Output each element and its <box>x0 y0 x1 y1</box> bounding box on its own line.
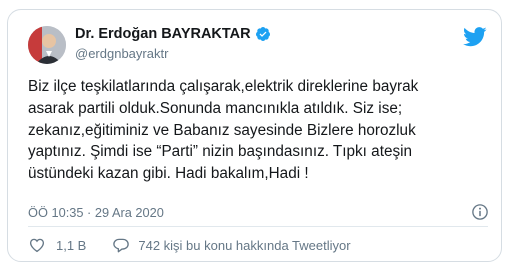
avatar[interactable] <box>28 26 66 64</box>
author-display-name[interactable]: Dr. Erdoğan BAYRAKTAR <box>75 26 251 42</box>
tweet-actions: 1,1 B 742 kişi bu konu hakkında Tweetliy… <box>28 235 351 255</box>
conversation-text: 742 kişi bu konu hakkında Tweetliyor <box>138 237 351 253</box>
author-name-row[interactable]: Dr. Erdoğan BAYRAKTAR <box>75 26 271 42</box>
tweet-card[interactable]: Dr. Erdoğan BAYRAKTAR @erdgnbayraktr Biz… <box>7 9 502 262</box>
info-icon[interactable] <box>471 203 489 221</box>
tweet-line: üstündeki kazan gibi. Hadi bakalım,Hadi … <box>28 165 309 183</box>
twitter-bird-icon[interactable] <box>463 27 487 47</box>
tweet-line: asarak partili olduk.Sonunda mancınıkla … <box>28 99 403 117</box>
like-button[interactable]: 1,1 B <box>28 236 86 254</box>
verified-badge-icon <box>255 27 270 41</box>
tweet-line: zekanız,eğitiminiz ve Babanız sayesinde … <box>28 121 416 139</box>
heart-icon <box>29 238 45 253</box>
tweet-line: Biz ilçe teşkilatlarında çalışarak,elekt… <box>28 78 419 95</box>
conversation-link[interactable]: 742 kişi bu konu hakkında Tweetliyor <box>112 236 351 254</box>
author-handle[interactable]: @erdgnbayraktr <box>75 46 168 61</box>
divider <box>28 226 488 227</box>
like-count: 1,1 B <box>56 237 87 253</box>
tweet-text: Biz ilçe teşkilatlarında çalışarak,elekt… <box>28 76 490 185</box>
speech-bubble-icon <box>113 238 130 253</box>
tweet-line: yaptınız. Şimdi ise “Parti” nizin başınd… <box>28 143 413 161</box>
tweet-timestamp[interactable]: ÖÖ 10:35 · 29 Ara 2020 <box>28 205 164 220</box>
